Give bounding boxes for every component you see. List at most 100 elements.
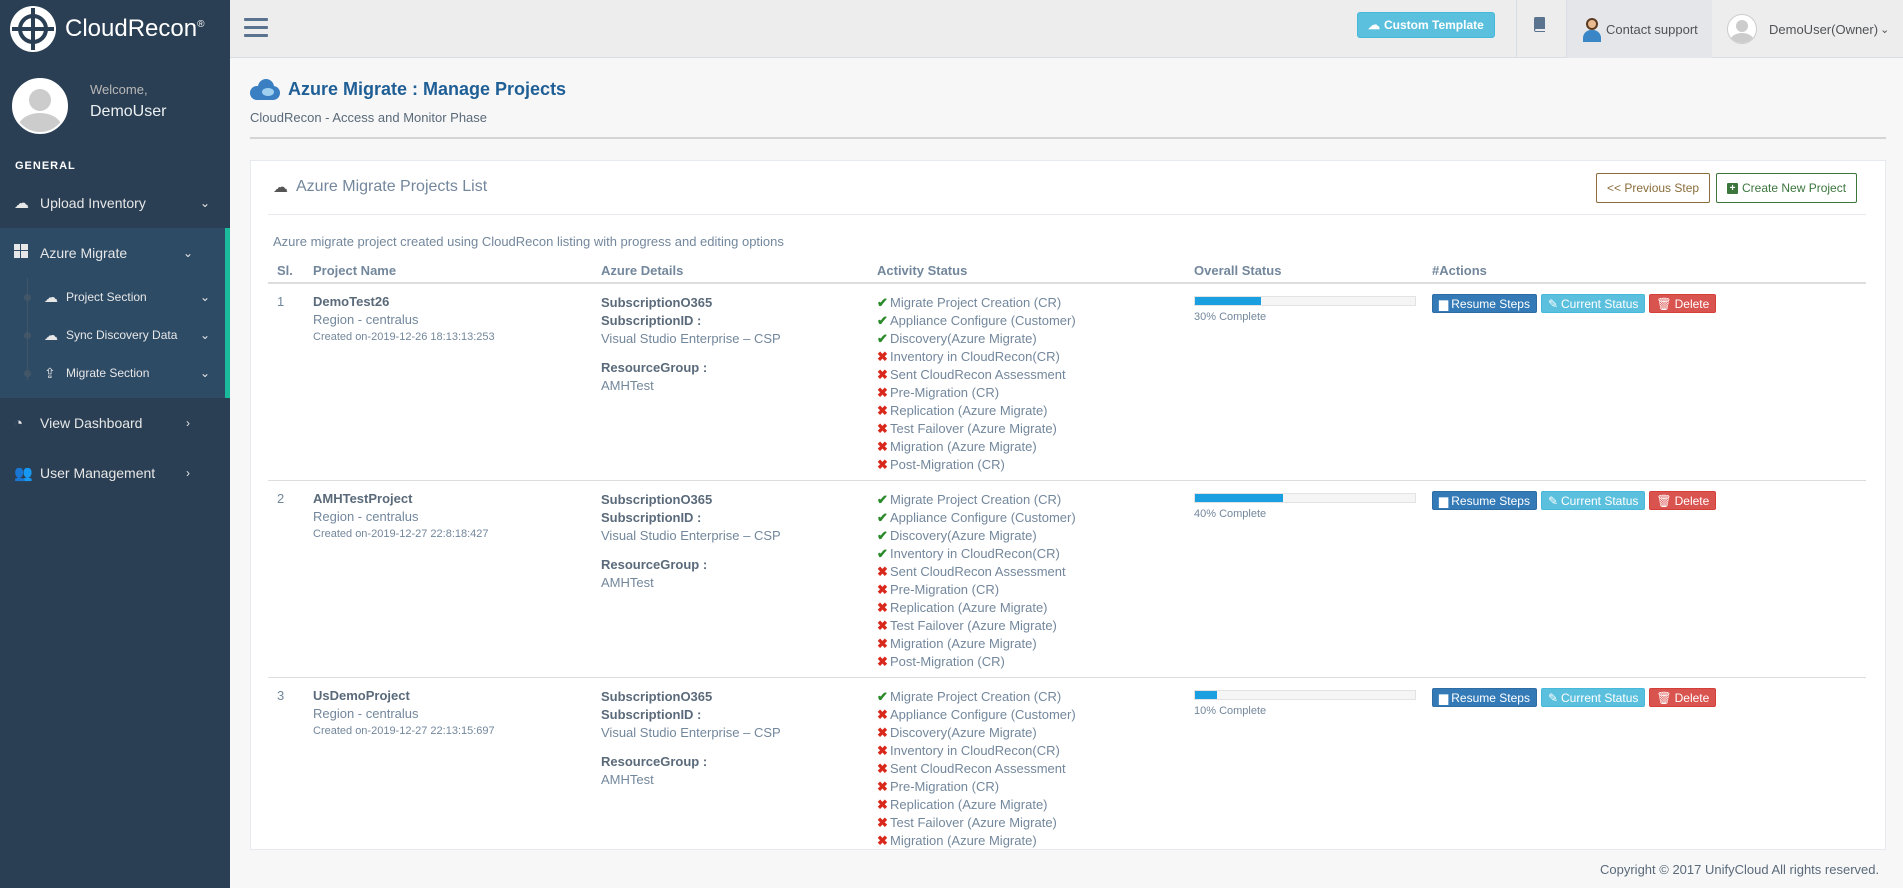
resume-steps-button[interactable]: ▆ Resume Steps: [1432, 294, 1537, 313]
activity-label: Inventory in CloudRecon(CR): [890, 349, 1060, 364]
trash-icon: 🗑: [1656, 493, 1672, 508]
crosshair-logo-icon: [10, 6, 56, 52]
check-icon: ✔: [877, 510, 888, 525]
pencil-icon: ✎: [1547, 690, 1558, 705]
sidebar-subitem-project-section[interactable]: ☁ Project Section ⌄: [0, 278, 225, 316]
cross-icon: ✖: [877, 725, 888, 740]
chevron-right-icon: ›: [186, 416, 190, 430]
subscription-name: SubscriptionO365: [601, 492, 713, 507]
activity-item: ✔ Migrate Project Creation (CR): [877, 294, 1194, 312]
cross-icon: ✖: [877, 636, 888, 651]
current-status-label: Current Status: [1561, 690, 1639, 705]
cross-icon: ✖: [877, 707, 888, 722]
current-status-button[interactable]: ✎ Current Status: [1540, 294, 1646, 313]
book-icon[interactable]: [1532, 16, 1548, 37]
custom-template-label: Custom Template: [1384, 18, 1484, 32]
table-row: 1 DemoTest26 Region - centralus Created on-…: [268, 284, 1866, 481]
resume-steps-label: Resume Steps: [1451, 690, 1530, 705]
sidebar-item-upload-inventory[interactable]: ☁ Upload Inventory ⌄: [0, 178, 230, 228]
welcome-text: Welcome,: [90, 82, 148, 97]
pencil-icon: ✎: [1547, 296, 1558, 311]
resource-group: AMHTest: [601, 575, 654, 590]
check-icon: ✔: [877, 528, 888, 543]
column-header: Activity Status: [877, 262, 968, 278]
delete-button[interactable]: 🗑 Delete: [1649, 294, 1717, 313]
column-header: Sl.: [277, 262, 293, 278]
activity-item: ✔ Appliance Configure (Customer): [877, 509, 1194, 527]
user-name: DemoUser(Owner): [1769, 21, 1879, 37]
delete-button[interactable]: 🗑 Delete: [1649, 491, 1717, 510]
cross-icon: ✖: [877, 403, 888, 418]
avatar: [1727, 14, 1757, 44]
progress-fill: [1195, 691, 1217, 699]
resource-group: AMHTest: [601, 772, 654, 787]
cross-icon: ✖: [877, 779, 888, 794]
previous-step-button[interactable]: << Previous Step: [1596, 173, 1711, 203]
trash-icon: 🗑: [1656, 690, 1672, 705]
activity-label: Migrate Project Creation (CR): [890, 689, 1062, 704]
subscription-id: Visual Studio Enterprise – CSP: [601, 725, 781, 740]
project-name: UsDemoProject: [313, 688, 410, 703]
subscription-id-label: SubscriptionID :: [601, 707, 702, 722]
menu-toggle-icon[interactable]: [244, 18, 268, 40]
chevron-down-icon: ⌄: [200, 196, 211, 210]
projects-table: Sl. Project Name Azure Details Activity …: [268, 258, 1866, 849]
activity-item: ✔ Discovery(Azure Migrate): [877, 330, 1194, 348]
cross-icon: ✖: [877, 618, 888, 633]
brand[interactable]: CloudRecon®: [0, 0, 230, 58]
sidebar-item-view-dashboard[interactable]: ◔ View Dashboard ›: [0, 398, 230, 448]
cross-icon: ✖: [877, 439, 888, 454]
progress-bar: [1194, 690, 1416, 700]
project-cell: UsDemoProject Region - centralus Created o…: [313, 688, 601, 849]
users-icon: 👥: [14, 465, 33, 482]
project-region: Region - centralus: [313, 312, 419, 327]
progress-text: 30% Complete: [1194, 311, 1267, 323]
current-status-button[interactable]: ✎ Current Status: [1540, 688, 1646, 707]
delete-label: Delete: [1674, 690, 1710, 705]
activity-label: Sent CloudRecon Assessment: [890, 761, 1066, 776]
activity-item: ✔ Migrate Project Creation (CR): [877, 491, 1194, 509]
check-icon: ✔: [877, 331, 888, 346]
folder-icon: ▆: [1439, 690, 1449, 705]
sidebar-item-user-management[interactable]: 👥 User Management ›: [0, 448, 230, 498]
subscription-name: SubscriptionO365: [601, 295, 713, 310]
subscription-id: Visual Studio Enterprise – CSP: [601, 528, 781, 543]
activity-item: ✖ Migration (Azure Migrate): [877, 438, 1194, 456]
contact-support-link[interactable]: Contact support: [1567, 0, 1712, 58]
project-cell: AMHTestProject Region - centralus Created …: [313, 491, 601, 671]
user-menu[interactable]: DemoUser(Owner) ⌄: [1727, 0, 1889, 58]
resume-steps-label: Resume Steps: [1451, 493, 1530, 508]
actions-cell: ▆ Resume Steps ✎ Current Status 🗑 Delete: [1432, 688, 1866, 849]
resource-group-label: ResourceGroup :: [601, 360, 708, 375]
check-icon: ✔: [877, 546, 888, 561]
project-created: Created on-2019-12-27 22:13:15:697: [313, 725, 495, 737]
activity-item: ✖ Test Failover (Azure Migrate): [877, 814, 1194, 832]
check-icon: ✔: [877, 313, 888, 328]
chevron-down-icon: ⌄: [183, 246, 194, 260]
column-header: #Actions: [1432, 262, 1487, 278]
current-status-button[interactable]: ✎ Current Status: [1540, 491, 1646, 510]
avatar: [12, 78, 68, 134]
sidebar-subitem-sync-discovery[interactable]: ☁ Sync Discovery Data ⌄: [0, 316, 225, 354]
actions-cell: ▆ Resume Steps ✎ Current Status 🗑 Delete: [1432, 491, 1866, 671]
activity-label: Discovery(Azure Migrate): [890, 528, 1037, 543]
custom-template-button[interactable]: ☁ Custom Template: [1357, 12, 1495, 38]
cross-icon: ✖: [877, 367, 888, 382]
sidebar-item-azure-migrate[interactable]: Azure Migrate ⌄: [0, 228, 225, 278]
cloud-sync-icon: ☁: [273, 179, 288, 196]
activity-label: Test Failover (Azure Migrate): [890, 815, 1057, 830]
windows-icon: [14, 244, 36, 262]
table-row: 2 AMHTestProject Region - centralus Created…: [268, 481, 1866, 678]
sidebar-subitem-migrate-section[interactable]: ⇪ Migrate Section ⌄: [0, 354, 225, 392]
panel-title-text: Azure Migrate Projects List: [296, 178, 488, 195]
resume-steps-button[interactable]: ▆ Resume Steps: [1432, 688, 1537, 707]
resume-steps-button[interactable]: ▆ Resume Steps: [1432, 491, 1537, 510]
project-created: Created on-2019-12-27 22:8:18:427: [313, 528, 489, 540]
create-new-project-button[interactable]: + Create New Project: [1716, 173, 1858, 203]
cross-icon: ✖: [877, 654, 888, 669]
dashboard-icon: ◔: [14, 414, 24, 432]
cross-icon: ✖: [877, 457, 888, 472]
activity-label: Post-Migration (CR): [890, 457, 1005, 472]
activity-item: ✖ Test Failover (Azure Migrate): [877, 420, 1194, 438]
delete-button[interactable]: 🗑 Delete: [1649, 688, 1717, 707]
